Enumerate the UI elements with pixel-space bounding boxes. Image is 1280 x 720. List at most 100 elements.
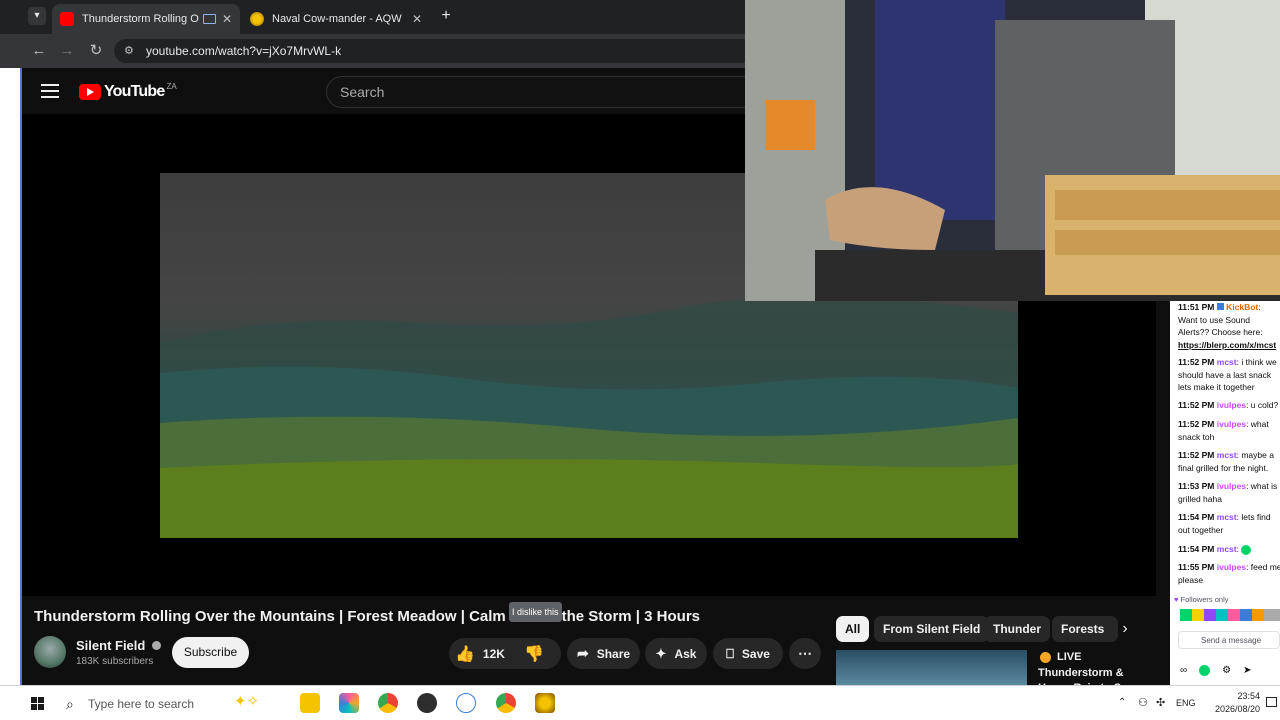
chat-time: 11:55 PM xyxy=(1178,562,1215,572)
aqw-favicon-icon xyxy=(250,12,264,26)
youtube-logo[interactable]: YouTube ZA xyxy=(79,82,177,102)
kick-icon[interactable] xyxy=(1199,664,1211,676)
chat-username[interactable]: ivulpes xyxy=(1217,419,1246,429)
reload-icon[interactable]: ↻ xyxy=(85,40,107,62)
menu-icon[interactable] xyxy=(41,84,59,98)
chat-username[interactable]: KickBot xyxy=(1226,302,1258,312)
chat-text: u cold? xyxy=(1250,400,1279,410)
chat-time: 11:51 PM xyxy=(1178,302,1215,312)
chat-input[interactable]: Send a message xyxy=(1178,631,1280,649)
video-title: Thunderstorm Rolling Over the Mountains … xyxy=(34,608,700,625)
subscribe-button[interactable]: Subscribe xyxy=(172,637,249,668)
obs-icon[interactable] xyxy=(417,693,437,713)
like-button[interactable]: 👍 12K xyxy=(455,644,505,664)
url-text: youtube.com/watch?v=jXo7MrvWL-k xyxy=(146,44,342,58)
chrome-icon[interactable] xyxy=(378,693,398,713)
more-actions-button[interactable]: ⋯ xyxy=(789,638,821,669)
clock-date: 2026/08/20 xyxy=(1214,704,1260,714)
save-button[interactable]: ⎕ Save xyxy=(713,638,783,669)
chat-message: 11:52 PM mcst: i think we should have a … xyxy=(1178,357,1277,392)
chat-message: 11:53 PM ivulpes: what is grilled haha xyxy=(1178,481,1278,504)
site-info-icon[interactable]: ⚙ xyxy=(124,39,134,63)
left-accent-strip xyxy=(0,68,22,685)
chip-from-channel[interactable]: From Silent Field xyxy=(874,616,990,642)
chip-forests[interactable]: Forests xyxy=(1052,616,1118,642)
webcam-overlay xyxy=(745,0,1280,301)
snipping-tool-icon[interactable] xyxy=(456,693,476,713)
notifications-icon[interactable] xyxy=(1266,697,1277,707)
tab-title: Naval Cow-mander - AQW xyxy=(272,13,402,25)
share-button[interactable]: ➦ Share xyxy=(567,638,640,669)
send-icon[interactable]: ➤ xyxy=(1243,665,1251,676)
url-field[interactable]: ⚙ youtube.com/watch?v=jXo7MrvWL-k xyxy=(114,39,754,63)
back-icon[interactable]: ← xyxy=(28,40,50,62)
tab-title: Thunderstorm Rolling Over xyxy=(82,13,199,25)
bookmark-icon: ⎕ xyxy=(726,645,734,661)
chip-thunder[interactable]: Thunder xyxy=(984,616,1050,642)
chat-input-placeholder: Send a message xyxy=(1201,636,1262,645)
chat-time: 11:54 PM xyxy=(1178,544,1215,554)
file-explorer-icon[interactable] xyxy=(300,693,320,713)
volume-icon[interactable]: ✣ xyxy=(1156,696,1165,709)
tray-overflow-icon[interactable]: ⌃ xyxy=(1118,697,1126,708)
chip-all[interactable]: All xyxy=(836,616,870,642)
taskbar-clock[interactable]: 23:54 2026/08/20 xyxy=(1196,690,1260,716)
settings-icon[interactable]: ⚙ xyxy=(1222,665,1231,676)
chat-username[interactable]: mcst xyxy=(1217,450,1237,460)
webcam-scene xyxy=(745,0,1280,301)
channel-avatar[interactable] xyxy=(34,636,66,668)
infinity-icon[interactable]: ∞ xyxy=(1180,665,1187,676)
chat-toolbar: ∞ ⚙ ➤ xyxy=(1180,663,1280,677)
chat-username[interactable]: mcst xyxy=(1217,544,1237,554)
aqw-game-icon[interactable] xyxy=(535,693,555,713)
chat-time: 11:54 PM xyxy=(1178,512,1215,522)
channel-name[interactable]: Silent Field xyxy=(76,638,161,653)
network-icon[interactable]: ⚇ xyxy=(1138,696,1148,709)
copilot-app-icon[interactable] xyxy=(339,693,359,713)
tab-inactive[interactable]: Naval Cow-mander - AQW ✕ xyxy=(242,4,430,34)
recommendation-thumbnail[interactable] xyxy=(836,650,1027,685)
ask-button[interactable]: ✦ Ask xyxy=(645,638,707,669)
youtube-play-icon xyxy=(79,84,101,100)
windows-start-icon[interactable] xyxy=(31,697,44,710)
emote-icon xyxy=(1241,544,1252,555)
dislike-button[interactable]: 👎 xyxy=(522,644,546,664)
recommendation-title[interactable]: Thunderstorm & xyxy=(1038,667,1124,679)
youtube-logo-text: YouTube xyxy=(104,83,165,100)
tab-search-button[interactable]: ▾ xyxy=(28,7,46,25)
chat-link[interactable]: https://blerp.com/x/mcst xyxy=(1178,340,1276,350)
chat-message: 11:54 PM mcst: lets find out together xyxy=(1178,512,1271,535)
live-badge-text: LIVE xyxy=(1057,651,1082,663)
chat-message: 11:52 PM ivulpes: what snack toh xyxy=(1178,419,1269,442)
chevron-right-icon[interactable]: › xyxy=(1115,617,1135,641)
close-tab-icon[interactable]: ✕ xyxy=(222,12,232,26)
live-badge: LIVE xyxy=(1040,651,1081,663)
subscriber-count: 183K subscribers xyxy=(76,656,154,667)
chat-message: 11:52 PM mcst: maybe a final grilled for… xyxy=(1178,450,1274,473)
copilot-sparkle-icon[interactable]: ✦✧ xyxy=(234,692,259,710)
language-indicator[interactable]: ENG xyxy=(1176,698,1196,708)
chat-message: 11:55 PM ivulpes: feed me please xyxy=(1178,562,1280,585)
tab-active[interactable]: Thunderstorm Rolling Over ✕ xyxy=(52,4,240,34)
emote-bar[interactable] xyxy=(1180,609,1280,621)
chat-username[interactable]: ivulpes xyxy=(1217,562,1246,572)
tab-cast-icon xyxy=(202,14,216,24)
chrome-profile-icon[interactable] xyxy=(496,693,516,713)
chat-username[interactable]: mcst xyxy=(1217,512,1237,522)
chat-time: 11:52 PM xyxy=(1178,400,1215,410)
chat-time: 11:53 PM xyxy=(1178,481,1215,491)
share-icon: ➦ xyxy=(576,645,589,661)
chat-username[interactable]: mcst xyxy=(1217,357,1237,367)
chat-username[interactable]: ivulpes xyxy=(1217,481,1246,491)
channel-name-text: Silent Field xyxy=(76,638,146,653)
chat-message: 11:52 PM ivulpes: u cold? xyxy=(1178,400,1279,410)
chat-message: 11:51 PM KickBot: Want to use Sound Aler… xyxy=(1178,302,1277,350)
forward-icon[interactable]: → xyxy=(56,40,78,62)
search-input[interactable]: Search xyxy=(326,76,766,108)
chat-time: 11:52 PM xyxy=(1178,357,1215,367)
close-tab-icon[interactable]: ✕ xyxy=(412,12,422,26)
followers-only-text: Followers only xyxy=(1180,595,1229,604)
new-tab-button[interactable]: + xyxy=(437,7,455,25)
chat-username[interactable]: ivulpes xyxy=(1217,400,1246,410)
heart-icon: ♥ xyxy=(1174,595,1179,604)
